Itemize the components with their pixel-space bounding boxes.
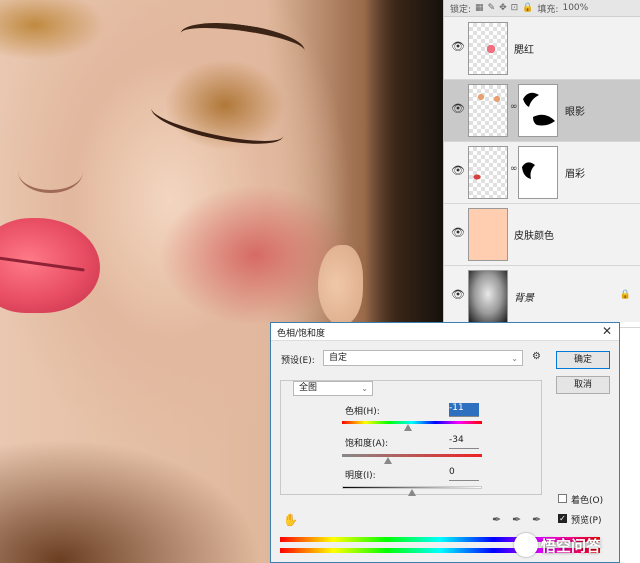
layer-name: 眼影 bbox=[565, 107, 585, 118]
layer-thumbnail bbox=[468, 84, 508, 137]
dialog-titlebar[interactable]: 色相/饱和度 ✕ bbox=[271, 323, 619, 341]
preview-checkbox[interactable]: ✓ bbox=[558, 514, 567, 523]
channel-value: 全图 bbox=[299, 383, 318, 393]
lock-label: 锁定: bbox=[450, 4, 472, 15]
layer-row[interactable]: 👁 腮红 bbox=[444, 18, 640, 80]
dialog-title: 色相/饱和度 bbox=[277, 329, 326, 339]
hand-icon[interactable]: ✋ bbox=[283, 513, 298, 527]
layer-name: 皮肤颜色 bbox=[514, 231, 554, 242]
hue-label: 色相(H): bbox=[345, 407, 380, 417]
lightness-label: 明度(I): bbox=[345, 471, 376, 481]
lock-icon: 🔒 bbox=[619, 290, 631, 300]
adjustment-group bbox=[280, 380, 542, 495]
layer-thumbnail bbox=[468, 270, 508, 323]
lock-artboard-icon[interactable]: ⊡ bbox=[511, 3, 519, 13]
fill-value[interactable]: 100% bbox=[562, 3, 588, 13]
link-icon[interactable]: ∞ bbox=[510, 102, 518, 112]
hue-saturation-dialog: 色相/饱和度 ✕ 预设(E): 自定 ⌄ ⚙ 确定 取消 全图 ⌄ 色相(H):… bbox=[270, 322, 620, 563]
layer-row[interactable]: 👁 背景 🔒 bbox=[444, 266, 640, 328]
eyedropper-plus-icon[interactable]: ✒ bbox=[512, 513, 521, 526]
saturation-track[interactable] bbox=[342, 454, 482, 457]
preset-select[interactable]: 自定 ⌄ bbox=[323, 350, 523, 366]
layer-name: 眉彩 bbox=[565, 169, 585, 180]
hair-region-bottom bbox=[0, 400, 300, 563]
layer-thumbnail bbox=[468, 208, 508, 261]
layer-name: 背景 bbox=[514, 293, 534, 304]
eyebrow bbox=[178, 16, 307, 68]
chevron-down-icon: ⌄ bbox=[511, 354, 518, 363]
hue-input[interactable]: -11 bbox=[449, 403, 479, 417]
lightness-slider-handle[interactable] bbox=[408, 489, 416, 496]
eye-icon[interactable]: 👁 bbox=[451, 41, 465, 52]
channel-select[interactable]: 全图 ⌄ bbox=[293, 381, 373, 396]
close-icon[interactable]: ✕ bbox=[602, 324, 612, 338]
saturation-slider-handle[interactable] bbox=[384, 457, 393, 464]
watermark-logo bbox=[514, 533, 538, 557]
eye-icon[interactable]: 👁 bbox=[451, 227, 465, 238]
lightness-input[interactable]: 0 bbox=[449, 467, 479, 481]
layer-row[interactable]: 👁 ∞ 眉彩 bbox=[444, 142, 640, 204]
colorize-checkbox[interactable] bbox=[558, 494, 567, 503]
eye-icon[interactable]: 👁 bbox=[451, 165, 465, 176]
lock-all-icon[interactable]: 🔒 bbox=[522, 3, 533, 13]
lock-move-icon[interactable]: ✥ bbox=[499, 3, 507, 13]
layer-mask-thumbnail[interactable] bbox=[518, 146, 558, 199]
ear bbox=[318, 245, 363, 325]
chevron-down-icon: ⌄ bbox=[361, 384, 368, 393]
cancel-button[interactable]: 取消 bbox=[556, 376, 610, 394]
hue-slider-handle[interactable] bbox=[403, 424, 412, 431]
gear-icon[interactable]: ⚙ bbox=[532, 351, 541, 362]
mask-shape bbox=[522, 162, 535, 179]
mask-shape bbox=[523, 92, 555, 126]
preset-label: 预设(E): bbox=[281, 356, 315, 366]
lock-transparency-icon[interactable]: ▦ bbox=[475, 3, 484, 13]
link-icon[interactable]: ∞ bbox=[510, 164, 518, 174]
ok-button[interactable]: 确定 bbox=[556, 351, 610, 369]
fill-label: 填充: bbox=[537, 4, 559, 15]
eye-icon[interactable]: 👁 bbox=[451, 103, 465, 114]
preview-label: 预览(P) bbox=[571, 516, 602, 526]
layer-thumbnail bbox=[468, 146, 508, 199]
lock-bar: 锁定: ▦ ✎ ✥ ⊡ 🔒 填充: 100% bbox=[444, 0, 640, 17]
hue-track[interactable] bbox=[342, 421, 482, 424]
saturation-label: 饱和度(A): bbox=[345, 439, 389, 449]
eye-icon[interactable]: 👁 bbox=[451, 289, 465, 300]
closed-eye bbox=[147, 91, 288, 153]
watermark: 悟空问答 bbox=[514, 533, 601, 557]
layer-thumbnail bbox=[468, 22, 508, 75]
layer-row[interactable]: 👁 皮肤颜色 bbox=[444, 204, 640, 266]
preset-value: 自定 bbox=[329, 353, 348, 363]
lock-paint-icon[interactable]: ✎ bbox=[488, 3, 496, 13]
saturation-input[interactable]: -34 bbox=[449, 435, 479, 449]
layer-mask-thumbnail[interactable] bbox=[518, 84, 558, 137]
layer-name: 腮红 bbox=[514, 45, 534, 56]
layers-panel: 锁定: ▦ ✎ ✥ ⊡ 🔒 填充: 100% 👁 腮红 👁 ∞ 眼影 👁 ∞ 眉… bbox=[443, 0, 640, 328]
watermark-text: 悟空问答 bbox=[541, 536, 602, 555]
layer-row-selected[interactable]: 👁 ∞ 眼影 bbox=[444, 80, 640, 142]
colorize-label: 着色(O) bbox=[571, 496, 604, 506]
eyedropper-minus-icon[interactable]: ✒ bbox=[532, 513, 541, 526]
nose bbox=[18, 150, 83, 193]
eyedropper-icon[interactable]: ✒ bbox=[492, 513, 501, 526]
